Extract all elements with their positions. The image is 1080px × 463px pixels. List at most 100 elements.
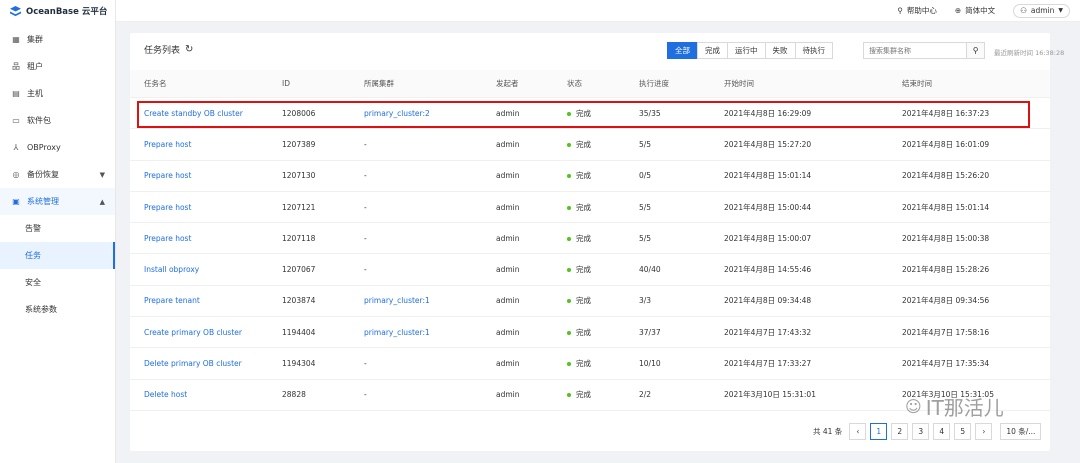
start-time: 2021年4月8日 15:00:07 bbox=[724, 233, 812, 243]
task-name-link[interactable]: Prepare host bbox=[130, 140, 282, 149]
sidebar-item-cluster[interactable]: ▦ 集群 bbox=[0, 26, 115, 53]
task-name-link[interactable]: Prepare host bbox=[130, 234, 282, 243]
sidebar-subitem-alert[interactable]: 告警 bbox=[0, 215, 115, 242]
page-5-button[interactable]: 5 bbox=[954, 423, 972, 440]
language-label: 简体中文 bbox=[965, 6, 996, 15]
sidebar-nav: ▦ 集群 品 租户 ▤ 主机 ▭ 软件包 ⅄ OBProxy ◎ 备份恢复 ▼ … bbox=[0, 26, 115, 323]
sidebar-subitem-label: 安全 bbox=[25, 278, 41, 287]
column-header[interactable]: 所属集群 bbox=[364, 78, 496, 89]
table-row[interactable]: Create standby OB cluster 1208006 primary_… bbox=[130, 98, 1050, 130]
status-text: 完成 bbox=[576, 265, 591, 275]
status-dot-icon bbox=[567, 268, 571, 273]
status-dot-icon bbox=[567, 142, 571, 147]
start-time: 2021年4月7日 17:33:27 bbox=[724, 359, 812, 369]
sidebar-item-package[interactable]: ▭ 软件包 bbox=[0, 107, 115, 134]
cluster-link: - bbox=[364, 265, 367, 275]
table-row[interactable]: Prepare host 1207118 - admin 完成 5/5 2021年4月8日 … bbox=[130, 223, 1050, 255]
task-name-link[interactable]: Prepare host bbox=[130, 171, 282, 180]
search-input[interactable] bbox=[864, 43, 967, 58]
top-bar: ⚲ 帮助中心 ⊕ 简体中文 ⚇ admin ▼ bbox=[116, 0, 1080, 22]
sidebar-subitem-params[interactable]: 系统参数 bbox=[0, 296, 115, 323]
task-name-link[interactable]: Create primary OB cluster bbox=[130, 328, 282, 337]
table-row[interactable]: Prepare host 1207121 - admin 完成 5/5 2021年4月8日 … bbox=[130, 192, 1050, 224]
task-progress: 2/2 bbox=[639, 390, 652, 400]
oceanbase-logo-icon bbox=[10, 5, 21, 16]
table-header: 任务名 ID 所属集群 发起者 状态 执行进度 开始时间 结束时间 bbox=[130, 70, 1050, 98]
page-size-select[interactable]: 10 条/... bbox=[1000, 423, 1042, 440]
table-row[interactable]: Install obproxy 1207067 - admin 完成 40/40 2021年… bbox=[130, 254, 1050, 286]
column-header[interactable]: 发起者 bbox=[496, 78, 567, 89]
app-logo[interactable]: OceanBase 云平台 bbox=[0, 0, 115, 22]
task-name-link[interactable]: Delete host bbox=[130, 390, 282, 399]
task-owner: admin bbox=[496, 108, 520, 118]
search-icon[interactable]: ⚲ bbox=[966, 43, 984, 58]
column-header[interactable]: ID bbox=[282, 79, 364, 88]
cluster-link[interactable]: primary_cluster:1 bbox=[364, 296, 496, 305]
sidebar-item-backup[interactable]: ◎ 备份恢复 ▼ bbox=[0, 161, 115, 188]
task-owner: admin bbox=[496, 233, 520, 243]
cluster-link[interactable]: primary_cluster:1 bbox=[364, 328, 496, 337]
table-row[interactable]: Prepare tenant 1203874 primary_cluster:1 ad… bbox=[130, 286, 1050, 318]
prev-page-button[interactable]: ‹ bbox=[849, 423, 867, 440]
status-badge: 完成 bbox=[567, 264, 639, 275]
task-name-link[interactable]: Delete primary OB cluster bbox=[130, 359, 282, 368]
table-row[interactable]: Prepare host 1207130 - admin 完成 0/5 2021年4月8日 … bbox=[130, 161, 1050, 192]
task-progress: 3/3 bbox=[639, 296, 652, 306]
page-4-button[interactable]: 4 bbox=[933, 423, 951, 440]
sidebar-item-label: 软件包 bbox=[27, 116, 51, 125]
table-row[interactable]: Create primary OB cluster 1194404 primary_… bbox=[130, 317, 1050, 349]
task-name-link[interactable]: Install obproxy bbox=[130, 265, 282, 274]
column-header[interactable]: 开始时间 bbox=[724, 78, 902, 89]
filter-all[interactable]: 全部 bbox=[667, 42, 698, 59]
table-row[interactable]: Delete primary OB cluster 1194304 - admin 完成… bbox=[130, 348, 1050, 380]
cluster-icon: ▦ bbox=[12, 35, 20, 44]
status-badge: 完成 bbox=[567, 389, 639, 400]
filter-failed[interactable]: 失败 bbox=[764, 42, 796, 59]
task-owner: admin bbox=[496, 139, 520, 149]
task-name-link[interactable]: Prepare host bbox=[130, 203, 282, 212]
column-header[interactable]: 结束时间 bbox=[902, 78, 1050, 89]
next-page-button[interactable]: › bbox=[975, 423, 993, 440]
start-time: 2021年4月8日 15:00:44 bbox=[724, 202, 812, 212]
status-dot-icon bbox=[567, 205, 571, 210]
start-time: 2021年4月8日 16:29:09 bbox=[724, 108, 812, 118]
user-icon: ⚇ bbox=[1020, 6, 1027, 15]
sidebar-item-system[interactable]: ▣ 系统管理 ▲ bbox=[0, 188, 115, 215]
cluster-link[interactable]: primary_cluster:2 bbox=[364, 109, 496, 118]
task-owner: admin bbox=[496, 390, 520, 400]
start-time: 2021年4月8日 14:55:46 bbox=[724, 265, 812, 275]
end-time: 2021年4月7日 17:58:16 bbox=[902, 327, 990, 337]
status-dot-icon bbox=[567, 362, 571, 367]
user-menu[interactable]: ⚇ admin ▼ bbox=[1013, 3, 1070, 18]
language-switcher[interactable]: ⊕ 简体中文 bbox=[955, 5, 995, 16]
task-name-link[interactable]: Create standby OB cluster bbox=[130, 109, 282, 118]
sidebar-subitem-security[interactable]: 安全 bbox=[0, 269, 115, 296]
column-header[interactable]: 任务名 bbox=[130, 78, 282, 89]
filter-done[interactable]: 完成 bbox=[697, 42, 728, 59]
task-name-link[interactable]: Prepare tenant bbox=[130, 296, 282, 305]
table-row[interactable]: Prepare host 1207389 - admin 完成 5/5 2021年4月8日 … bbox=[130, 129, 1050, 161]
status-badge: 完成 bbox=[567, 170, 639, 181]
pagination-total: 共 41 条 bbox=[813, 427, 843, 436]
sidebar-item-host[interactable]: ▤ 主机 bbox=[0, 80, 115, 107]
page-1-button[interactable]: 1 bbox=[870, 423, 888, 440]
status-badge: 完成 bbox=[567, 108, 639, 119]
column-header[interactable]: 状态 bbox=[567, 78, 639, 89]
sidebar-item-obproxy[interactable]: ⅄ OBProxy bbox=[0, 134, 115, 161]
status-text: 完成 bbox=[576, 171, 591, 181]
task-id: 1203874 bbox=[282, 296, 316, 306]
column-header[interactable]: 执行进度 bbox=[639, 78, 724, 89]
sidebar-item-tenant[interactable]: 品 租户 bbox=[0, 53, 115, 80]
task-id: 1207121 bbox=[282, 202, 316, 212]
filter-running[interactable]: 运行中 bbox=[727, 42, 766, 59]
page-size-label: 10 条/... bbox=[1006, 427, 1036, 436]
page-3-button[interactable]: 3 bbox=[912, 423, 930, 440]
filter-pending[interactable]: 待执行 bbox=[794, 42, 833, 59]
page-2-button[interactable]: 2 bbox=[891, 423, 909, 440]
search-box: ⚲ bbox=[863, 42, 985, 59]
status-badge: 完成 bbox=[567, 202, 639, 213]
pagination: 共 41 条 ‹ 1 2 3 4 5 › 10 条/... bbox=[813, 423, 1042, 440]
help-center-link[interactable]: ⚲ 帮助中心 bbox=[897, 5, 937, 16]
refresh-icon[interactable]: ↻ bbox=[185, 44, 193, 55]
sidebar-subitem-task[interactable]: 任务 bbox=[0, 242, 115, 269]
